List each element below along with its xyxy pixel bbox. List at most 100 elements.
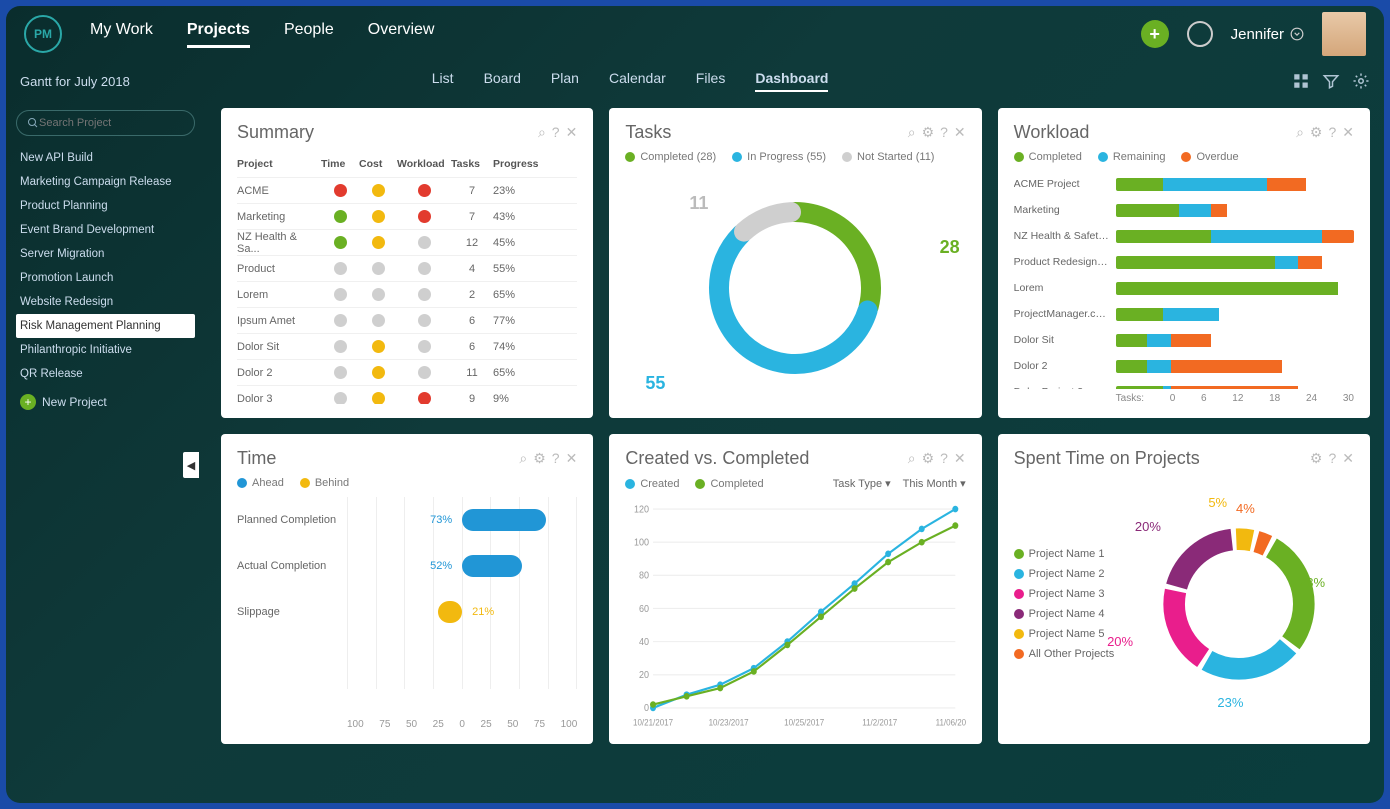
user-menu[interactable]: Jennifer [1231, 26, 1304, 43]
time-row: Actual Completion52% [237, 543, 577, 589]
avatar[interactable] [1322, 12, 1366, 56]
pie-slice-label: 4% [1236, 501, 1255, 516]
card-title: Spent Time on Projects [1014, 448, 1200, 469]
close-icon[interactable]: ✕ [954, 450, 966, 467]
help-icon[interactable]: ? [552, 450, 560, 467]
legend-item: Project Name 3 [1014, 588, 1115, 600]
table-row[interactable]: Marketing743% [237, 203, 577, 229]
subnav-calendar[interactable]: Calendar [609, 70, 666, 92]
main-nav: My Work Projects People Overview [90, 21, 434, 48]
settings-icon[interactable]: ⚙ [533, 450, 546, 467]
filter-dropdown[interactable]: This Month ▾ [903, 477, 966, 490]
search-icon[interactable]: ⌕ [519, 450, 527, 467]
table-row[interactable]: Lorem265% [237, 281, 577, 307]
timer-icon[interactable] [1187, 21, 1213, 47]
workload-row: ACME Project [1014, 171, 1354, 197]
settings-icon[interactable]: ⚙ [1310, 124, 1323, 141]
settings-icon[interactable]: ⚙ [922, 124, 935, 141]
spent-time-card: Spent Time on Projects ⚙? ✕ Project Name … [998, 434, 1370, 744]
search-icon[interactable]: ⌕ [908, 124, 916, 141]
close-icon[interactable]: ✕ [954, 124, 966, 141]
subnav-list[interactable]: List [432, 70, 454, 92]
table-row[interactable]: Dolor 21165% [237, 359, 577, 385]
svg-text:10/23/2017: 10/23/2017 [709, 717, 749, 727]
subnav-files[interactable]: Files [696, 70, 726, 92]
column-header: Progress [493, 158, 545, 170]
nav-item-people[interactable]: People [284, 21, 334, 48]
gear-icon[interactable] [1352, 72, 1370, 90]
new-project-button[interactable]: +New Project [16, 386, 195, 418]
pie-slice-label: 28% [1299, 575, 1325, 590]
nav-item-projects[interactable]: Projects [187, 21, 250, 48]
legend-item: Project Name 1 [1014, 548, 1115, 560]
table-row[interactable]: Product455% [237, 255, 577, 281]
help-icon[interactable]: ? [1328, 450, 1336, 467]
card-title: Summary [237, 122, 314, 143]
pie-slice-label: 20% [1135, 519, 1161, 534]
close-icon[interactable]: ✕ [1342, 450, 1354, 467]
nav-item-my-work[interactable]: My Work [90, 21, 153, 48]
sidebar-item[interactable]: New API Build [16, 146, 195, 170]
workload-row: Marketing [1014, 197, 1354, 223]
workload-row: NZ Health & Safety De... [1014, 223, 1354, 249]
svg-text:100: 100 [634, 537, 649, 549]
filter-icon[interactable] [1322, 72, 1340, 90]
legend-item: Created [625, 477, 679, 490]
nav-item-overview[interactable]: Overview [368, 21, 435, 48]
column-header: Tasks [451, 158, 493, 170]
tasks-donut-chart: 11 28 55 [625, 171, 965, 404]
grid-view-icon[interactable] [1292, 72, 1310, 90]
sidebar-item[interactable]: Server Migration [16, 242, 195, 266]
legend-item: Project Name 2 [1014, 568, 1115, 580]
table-row[interactable]: Ipsum Amet677% [237, 307, 577, 333]
svg-text:40: 40 [639, 637, 649, 649]
svg-text:11/2/2017: 11/2/2017 [863, 717, 898, 727]
search-project[interactable] [16, 110, 195, 136]
subnav-dashboard[interactable]: Dashboard [755, 70, 828, 92]
collapse-sidebar-button[interactable]: ◀ [183, 452, 199, 478]
user-name: Jennifer [1231, 26, 1284, 43]
card-title: Tasks [625, 122, 671, 143]
sidebar-item[interactable]: Philanthropic Initiative [16, 338, 195, 362]
table-row[interactable]: Dolor Sit674% [237, 333, 577, 359]
table-row[interactable]: ACME723% [237, 177, 577, 203]
sidebar-item[interactable]: Risk Management Planning [16, 314, 195, 338]
search-icon[interactable]: ⌕ [1296, 124, 1304, 141]
legend-item: Remaining [1098, 151, 1166, 163]
svg-text:20: 20 [639, 670, 649, 682]
legend-item: Completed (28) [625, 151, 716, 163]
close-icon[interactable]: ✕ [566, 450, 578, 467]
close-icon[interactable]: ✕ [1342, 124, 1354, 141]
topbar: PM My Work Projects People Overview + Jenni… [6, 6, 1384, 62]
settings-icon[interactable]: ⚙ [1310, 450, 1323, 467]
cvc-line-chart: 02040608010012010/21/201710/23/201710/25… [625, 498, 965, 730]
sidebar-item[interactable]: Promotion Launch [16, 266, 195, 290]
logo[interactable]: PM [24, 15, 62, 53]
sidebar-item[interactable]: Event Brand Development [16, 218, 195, 242]
legend-item: In Progress (55) [732, 151, 826, 163]
help-icon[interactable]: ? [940, 450, 948, 467]
subnav-board[interactable]: Board [484, 70, 521, 92]
subnav-plan[interactable]: Plan [551, 70, 579, 92]
search-input[interactable] [39, 117, 184, 129]
summary-card: Summary ⌕?✕ ProjectTimeCostWorkloadTasks… [221, 108, 593, 418]
help-icon[interactable]: ? [1328, 124, 1336, 141]
sidebar-item[interactable]: QR Release [16, 362, 195, 386]
settings-icon[interactable]: ⚙ [922, 450, 935, 467]
workload-card: Workload ⌕⚙?✕ CompletedRemainingOverdue … [998, 108, 1370, 418]
search-icon[interactable]: ⌕ [908, 450, 916, 467]
help-icon[interactable]: ? [552, 124, 560, 141]
filter-dropdown[interactable]: Task Type ▾ [833, 477, 891, 490]
legend-item: Project Name 4 [1014, 608, 1115, 620]
sidebar-item[interactable]: Product Planning [16, 194, 195, 218]
legend-item: Behind [300, 477, 349, 489]
sidebar-item[interactable]: Marketing Campaign Release [16, 170, 195, 194]
search-icon[interactable]: ⌕ [538, 124, 546, 141]
sidebar-item[interactable]: Website Redesign [16, 290, 195, 314]
sub-toolbar: Gantt for July 2018 ListBoardPlanCalenda… [6, 62, 1384, 100]
table-row[interactable]: NZ Health & Sa...1245% [237, 229, 577, 255]
add-button[interactable]: + [1141, 20, 1169, 48]
table-row[interactable]: Dolor 399% [237, 385, 577, 404]
help-icon[interactable]: ? [940, 124, 948, 141]
close-icon[interactable]: ✕ [566, 124, 578, 141]
